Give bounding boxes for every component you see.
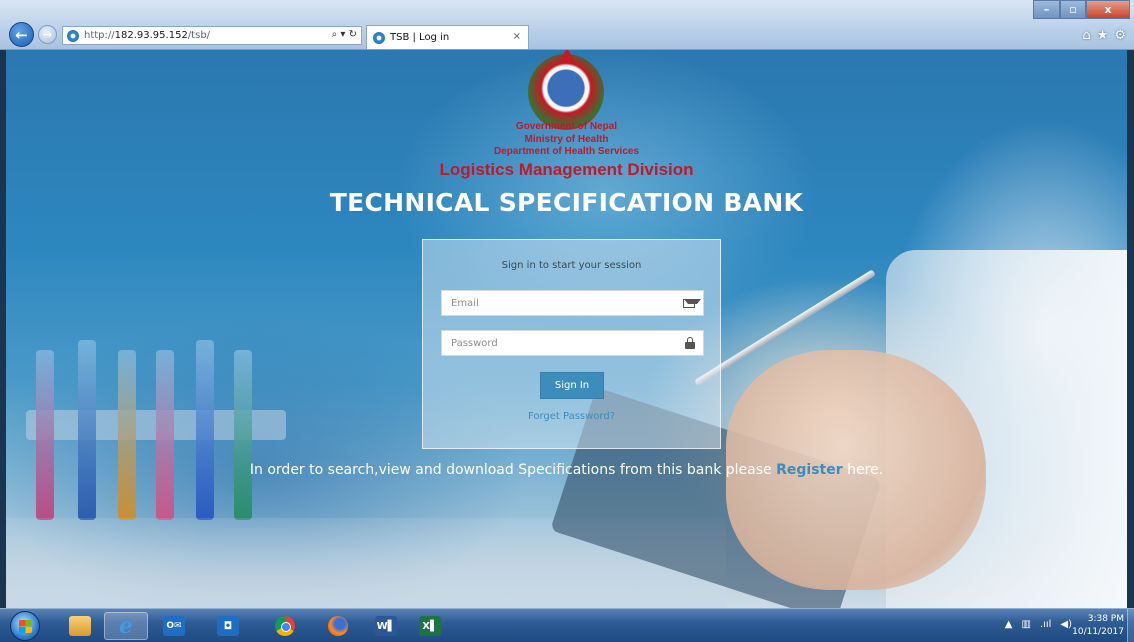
page-background: Government of Nepal Ministry of Health D… — [6, 50, 1127, 608]
network-device-icon[interactable]: ▥ — [1021, 619, 1030, 630]
test-tube — [78, 340, 96, 520]
taskbar-item-explorer[interactable] — [58, 612, 102, 640]
taskbar-item-chrome[interactable] — [263, 612, 307, 640]
file-explorer-icon — [69, 616, 91, 636]
window-controls: – ▫ x — [1033, 0, 1130, 19]
url-host: 182.93.95.152 — [114, 30, 188, 41]
gear-icon[interactable]: ⚙ — [1114, 28, 1126, 43]
browser-right-icons: ⌂ ★ ⚙ — [1082, 28, 1126, 43]
forget-password-link[interactable]: Forget Password? — [423, 411, 720, 422]
gov-line-3: Department of Health Services — [493, 146, 640, 157]
volume-icon[interactable]: ◀) — [1060, 619, 1072, 630]
windows-logo-icon — [19, 620, 32, 633]
tab-close-icon[interactable]: × — [513, 31, 521, 42]
tray-expand-icon[interactable]: ▲ — [1005, 619, 1013, 630]
maximize-button[interactable]: ▫ — [1060, 0, 1086, 19]
test-tube — [118, 350, 136, 520]
email-input[interactable] — [442, 291, 672, 316]
clock-time: 3:38 PM — [1087, 614, 1124, 624]
system-tray: ▲ ▥ .ııl ◀) — [1005, 619, 1072, 630]
password-input[interactable] — [442, 331, 672, 356]
taskbar-clock[interactable]: 3:38 PM 10/11/2017 — [1072, 613, 1124, 639]
browser-toolbar: ← → http://182.93.95.152/tsb/ ⌕ ▾ ↻ TSB … — [0, 0, 1134, 50]
taskbar-item-ie[interactable]: e — [104, 612, 148, 640]
back-arrow-icon[interactable]: ← — [9, 22, 34, 47]
tab-title: TSB | Log in — [390, 32, 450, 43]
login-message: Sign in to start your session — [501, 260, 642, 271]
app-icon: ◘ — [217, 616, 239, 636]
gov-line-2: Ministry of Health — [524, 134, 609, 145]
address-tools-icons[interactable]: ⌕ ▾ ↻ — [332, 29, 357, 40]
close-button[interactable]: x — [1086, 0, 1130, 19]
register-link[interactable]: Register — [776, 462, 843, 478]
taskbar-item-word[interactable]: W▌ — [364, 612, 408, 640]
gov-line-1: Government of Nepal — [515, 121, 618, 132]
url-path: /tsb/ — [187, 30, 211, 41]
emblem-flag-icon — [559, 50, 575, 62]
envelope-icon — [683, 299, 701, 308]
home-icon[interactable]: ⌂ — [1082, 28, 1090, 43]
minimize-button[interactable]: – — [1033, 0, 1060, 19]
windows-taskbar: e O✉ ◘ W▌ X▌ ▲ ▥ .ııl ◀) 3:38 PM 10/11/2… — [0, 608, 1134, 642]
taskbar-item-excel[interactable]: X▌ — [408, 612, 452, 640]
lock-icon — [685, 337, 695, 349]
address-bar[interactable]: http://182.93.95.152/tsb/ ⌕ ▾ ↻ — [62, 26, 362, 45]
taskbar-item-outlook[interactable]: O✉ — [152, 612, 196, 640]
sign-in-button[interactable]: Sign In — [540, 372, 604, 399]
favorites-star-icon[interactable]: ★ — [1097, 28, 1109, 43]
browser-tab[interactable]: TSB | Log in × — [366, 25, 529, 49]
signal-icon[interactable]: .ııl — [1040, 619, 1052, 630]
outlook-icon: O✉ — [163, 616, 185, 636]
start-button[interactable] — [10, 611, 40, 641]
register-note: In order to search,view and download Spe… — [6, 462, 1127, 478]
clock-date: 10/11/2017 — [1072, 627, 1124, 637]
excel-icon: X▌ — [419, 616, 441, 636]
test-tube — [36, 350, 54, 520]
taskbar-item-firefox[interactable] — [316, 612, 360, 640]
division-title: Logistics Management Division — [439, 160, 694, 179]
password-field[interactable] — [441, 330, 704, 356]
internet-explorer-icon: e — [119, 613, 133, 639]
word-icon: W▌ — [375, 616, 397, 636]
test-tube — [196, 340, 214, 520]
email-field[interactable] — [441, 290, 704, 316]
register-note-text: In order to search,view and download Spe… — [249, 462, 777, 478]
register-note-tail: here. — [842, 462, 884, 478]
test-tube — [234, 350, 252, 520]
ie-page-icon — [67, 29, 79, 42]
tab-favicon-icon — [373, 31, 385, 44]
nepal-emblem-logo — [528, 50, 604, 130]
show-desktop-button[interactable] — [1127, 609, 1134, 642]
login-box: Sign in to start your session Sign In Fo… — [422, 239, 721, 449]
chrome-icon — [275, 616, 295, 636]
forward-arrow-icon[interactable]: → — [38, 25, 57, 44]
firefox-icon — [328, 616, 348, 636]
test-tube — [156, 350, 174, 520]
url-scheme: http:// — [84, 30, 115, 41]
taskbar-item-app[interactable]: ◘ — [206, 612, 250, 640]
page-title: TECHNICAL SPECIFICATION BANK — [329, 188, 804, 217]
